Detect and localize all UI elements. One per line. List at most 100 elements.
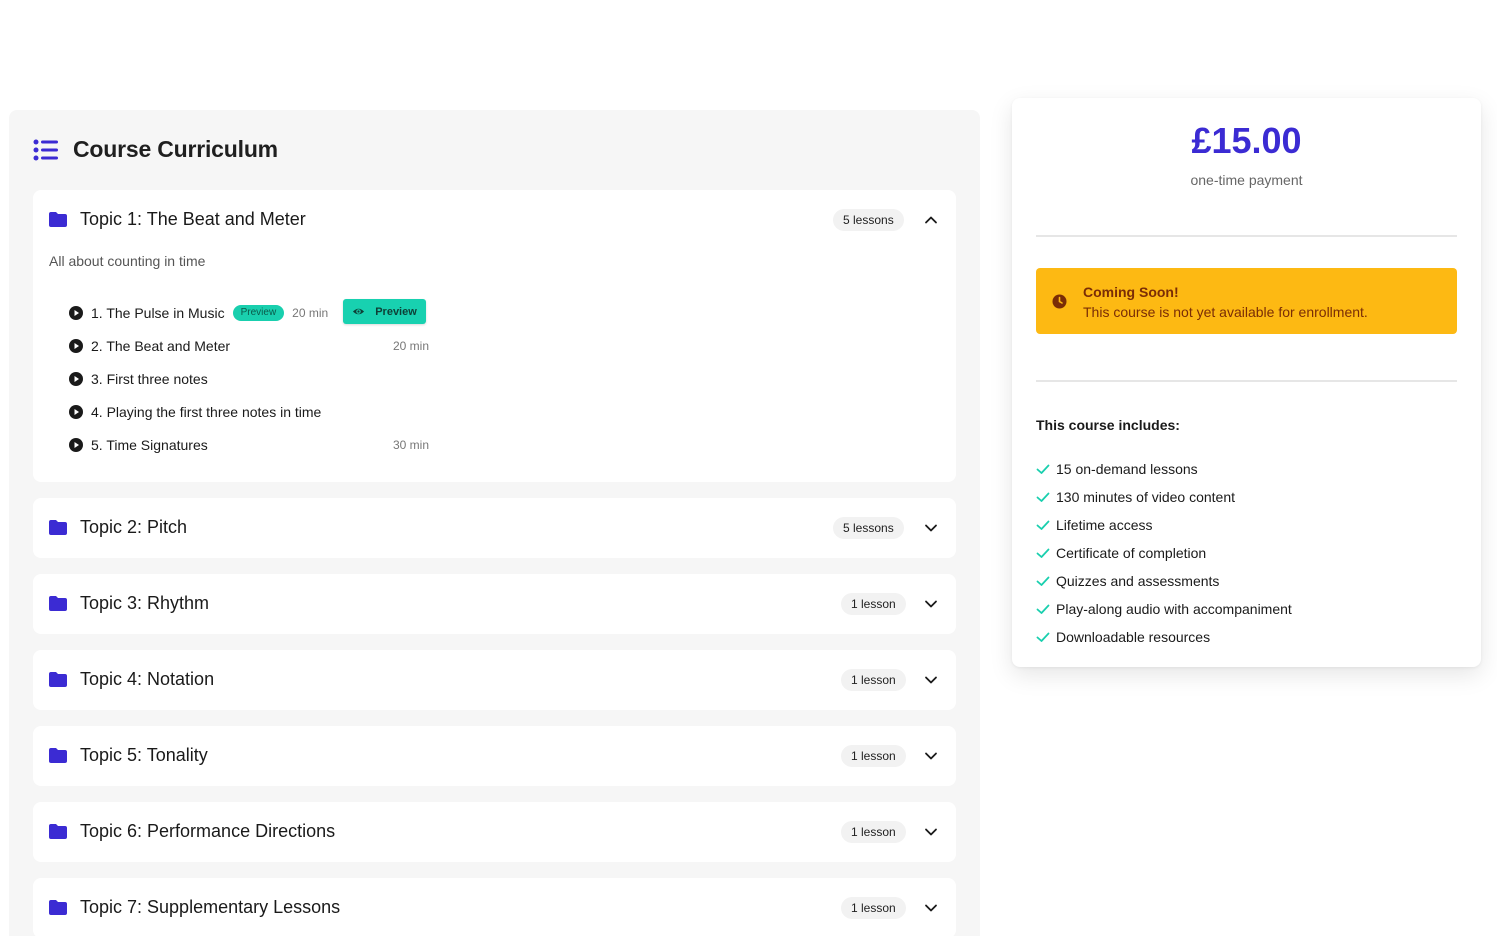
eye-icon — [353, 308, 365, 315]
topic-5-accordion[interactable]: Topic 5: Tonality 1 lesson — [33, 726, 956, 786]
topic-1-header[interactable]: Topic 1: The Beat and Meter 5 lessons — [33, 190, 956, 250]
curriculum-header: Course Curriculum — [33, 136, 278, 163]
topic-7-header[interactable]: Topic 7: Supplementary Lessons 1 lesson — [33, 878, 956, 936]
includes-text: 15 on-demand lessons — [1056, 461, 1198, 477]
course-price: £15.00 — [1191, 120, 1302, 161]
topic-1-description: All about counting in time — [49, 253, 206, 269]
chevron-down-icon[interactable] — [924, 749, 938, 763]
lesson-duration: 20 min — [292, 305, 329, 320]
list-icon — [33, 139, 58, 160]
includes-item: 130 minutes of video content — [1036, 483, 1292, 511]
folder-icon — [49, 520, 67, 535]
notice-text: This course is not yet available for enr… — [1083, 304, 1368, 320]
includes-text: Certificate of completion — [1056, 545, 1207, 561]
topic-3-lesson-count: 1 lesson — [841, 593, 906, 615]
topic-5-header[interactable]: Topic 5: Tonality 1 lesson — [33, 726, 956, 786]
topic-3-accordion[interactable]: Topic 3: Rhythm 1 lesson — [33, 574, 956, 634]
topic-3-title: Topic 3: Rhythm — [80, 593, 210, 613]
play-icon — [69, 404, 83, 419]
topic-4-header[interactable]: Topic 4: Notation 1 lesson — [33, 650, 956, 710]
topic-3-header[interactable]: Topic 3: Rhythm 1 lesson — [33, 574, 956, 634]
check-icon — [1036, 520, 1050, 530]
topic-1-accordion: Topic 1: The Beat and Meter 5 lessons Al… — [33, 190, 956, 482]
lesson-title: 1. The Pulse in Music — [91, 304, 225, 321]
chevron-down-icon[interactable] — [924, 597, 938, 611]
topic-1-title: Topic 1: The Beat and Meter — [80, 209, 306, 229]
lesson-title: 3. First three notes — [91, 370, 208, 387]
topic-1-lesson-list: 1. The Pulse in Music Preview 20 min Pre… — [69, 296, 429, 461]
folder-icon — [49, 596, 67, 611]
play-icon — [69, 305, 83, 320]
topic-4-lesson-count: 1 lesson — [841, 669, 906, 691]
topic-2-title: Topic 2: Pitch — [80, 517, 188, 537]
includes-text: 130 minutes of video content — [1056, 489, 1236, 505]
clock-icon — [1052, 294, 1067, 309]
includes-text: Play-along audio with accompaniment — [1056, 601, 1292, 617]
includes-text: Downloadable resources — [1056, 629, 1211, 645]
topic-7-title: Topic 7: Supplementary Lessons — [80, 897, 341, 917]
topic-5-lesson-count: 1 lesson — [841, 745, 906, 767]
preview-tag: Preview — [232, 304, 285, 321]
chevron-down-icon[interactable] — [924, 673, 938, 687]
chevron-up-icon[interactable] — [924, 213, 938, 227]
check-icon — [1036, 576, 1050, 586]
preview-button[interactable]: Preview — [343, 299, 426, 324]
lesson-title: 4. Playing the first three notes in time — [91, 403, 322, 420]
price-note: one-time payment — [1190, 172, 1303, 188]
divider — [1036, 380, 1457, 382]
lesson-item[interactable]: 5. Time Signatures 30 min — [69, 428, 429, 461]
topic-2-accordion[interactable]: Topic 2: Pitch 5 lessons — [33, 498, 956, 558]
chevron-down-icon[interactable] — [924, 901, 938, 915]
pricing-card: £15.00 one-time payment Coming Soon! Thi… — [1012, 98, 1481, 667]
folder-icon — [49, 748, 67, 763]
check-icon — [1036, 492, 1050, 502]
topic-6-accordion[interactable]: Topic 6: Performance Directions 1 lesson — [33, 802, 956, 862]
lesson-item[interactable]: 4. Playing the first three notes in time — [69, 395, 429, 428]
topic-4-accordion[interactable]: Topic 4: Notation 1 lesson — [33, 650, 956, 710]
includes-item: 15 on-demand lessons — [1036, 455, 1292, 483]
lesson-item[interactable]: 1. The Pulse in Music Preview 20 min Pre… — [69, 296, 429, 329]
chevron-down-icon[interactable] — [924, 521, 938, 535]
topic-4-title: Topic 4: Notation — [80, 669, 215, 689]
chevron-down-icon[interactable] — [924, 825, 938, 839]
topic-7-lesson-count: 1 lesson — [841, 897, 906, 919]
lesson-duration: 30 min — [392, 437, 429, 452]
play-icon — [69, 338, 83, 353]
topic-6-lesson-count: 1 lesson — [841, 821, 906, 843]
notice-title: Coming Soon! — [1083, 284, 1179, 300]
lesson-item[interactable]: 2. The Beat and Meter 20 min — [69, 329, 429, 362]
topic-1-lesson-count: 5 lessons — [833, 209, 904, 231]
topic-2-lesson-count: 5 lessons — [833, 517, 904, 539]
check-icon — [1036, 632, 1050, 642]
check-icon — [1036, 464, 1050, 474]
play-icon — [69, 437, 83, 452]
lesson-title: 2. The Beat and Meter — [91, 337, 231, 354]
includes-item: Lifetime access — [1036, 511, 1292, 539]
course-curriculum-panel: Course Curriculum Topic 1: The Beat and … — [9, 110, 980, 936]
topic-2-header[interactable]: Topic 2: Pitch 5 lessons — [33, 498, 956, 558]
lesson-duration: 20 min — [392, 338, 429, 353]
topic-7-accordion[interactable]: Topic 7: Supplementary Lessons 1 lesson — [33, 878, 956, 936]
topic-6-title: Topic 6: Performance Directions — [80, 821, 336, 841]
includes-item: Certificate of completion — [1036, 539, 1292, 567]
preview-button-label: Preview — [375, 305, 417, 318]
folder-icon — [49, 824, 67, 839]
includes-item: Quizzes and assessments — [1036, 567, 1292, 595]
topic-5-title: Topic 5: Tonality — [80, 745, 208, 765]
play-icon — [69, 371, 83, 386]
topic-6-header[interactable]: Topic 6: Performance Directions 1 lesson — [33, 802, 956, 862]
includes-text: Lifetime access — [1056, 517, 1153, 533]
includes-title: This course includes: — [1036, 417, 1180, 433]
includes-item: Play-along audio with accompaniment — [1036, 595, 1292, 623]
lesson-title: 5. Time Signatures — [91, 436, 208, 453]
folder-icon — [49, 212, 67, 227]
check-icon — [1036, 548, 1050, 558]
divider — [1036, 235, 1457, 237]
includes-text: Quizzes and assessments — [1056, 573, 1220, 589]
folder-icon — [49, 900, 67, 915]
lesson-item[interactable]: 3. First three notes — [69, 362, 429, 395]
curriculum-title: Course Curriculum — [73, 136, 278, 162]
coming-soon-notice: Coming Soon! This course is not yet avai… — [1036, 268, 1457, 334]
check-icon — [1036, 604, 1050, 614]
folder-icon — [49, 672, 67, 687]
